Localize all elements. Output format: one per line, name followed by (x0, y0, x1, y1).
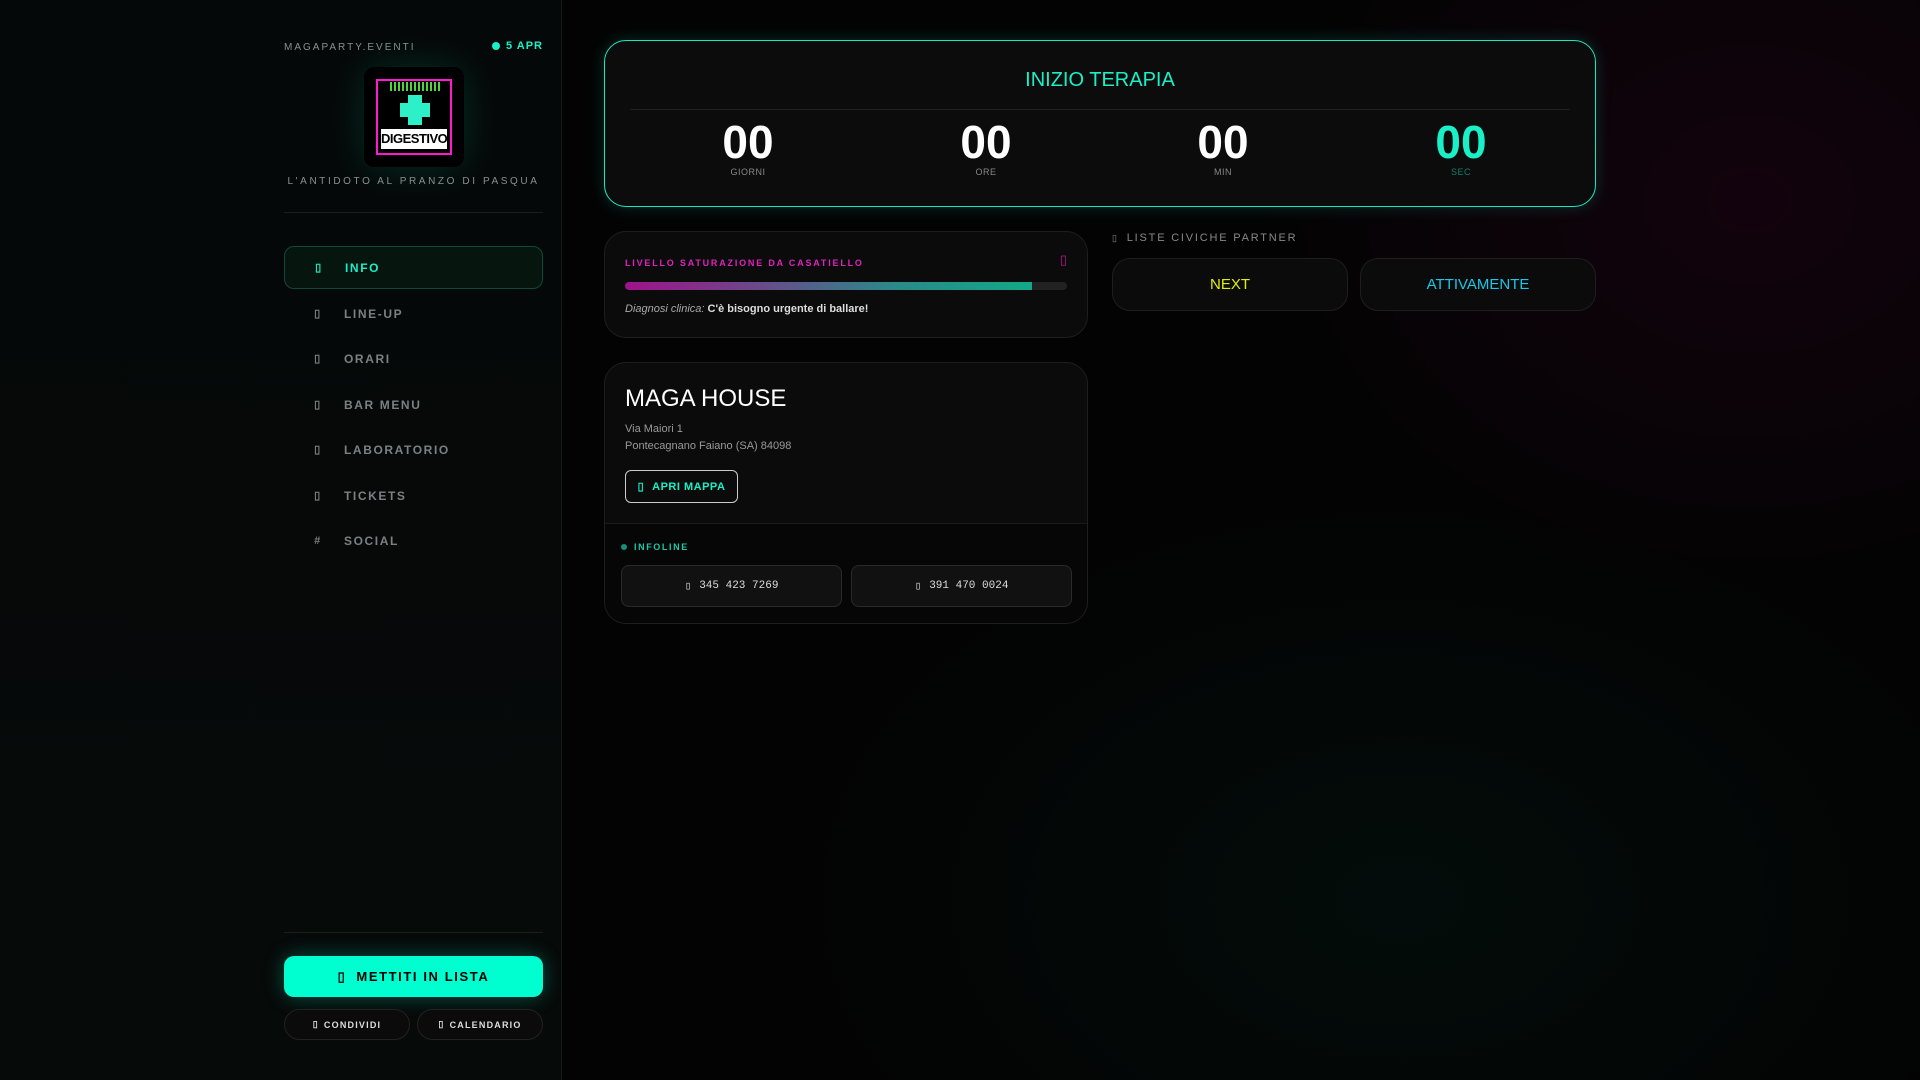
join-list-button[interactable]: ▯ METTITI IN LISTA (284, 956, 543, 997)
saturation-title: LIVELLO SATURAZIONE DA CASATIELLO (625, 258, 864, 268)
status-dot-icon (492, 42, 500, 50)
barcode-icon (390, 82, 440, 91)
logo-word: DIGESTIVO (381, 129, 448, 149)
infoline-text: INFOLINE (634, 542, 689, 552)
phone-button[interactable]: ▯ 391 470 0024 (851, 565, 1072, 607)
address-line: Via Maiori 1 (625, 423, 683, 435)
venue-card: MAGA HOUSE Via Maiori 1 Pontecagnano Faia… (604, 362, 1088, 624)
diagnosis-text: C'è bisogno urgente di ballare! (707, 303, 869, 315)
countdown-title: INIZIO TERAPIA (1025, 69, 1175, 91)
share-label: CONDIVIDI (323, 1019, 382, 1030)
saturation-progress-fill (625, 282, 1032, 290)
countdown-label: GIORNI (730, 167, 766, 177)
countdown-minutes: 00 MIN (1123, 117, 1323, 177)
countdown-seconds: 00 SEC (1361, 117, 1561, 177)
venue-address: Via Maiori 1 Pontecagnano Faiano (SA) 840… (625, 421, 791, 455)
share-button[interactable]: ▯ CONDIVIDI (284, 1009, 410, 1040)
countdown-days: 00 GIORNI (648, 117, 848, 177)
dot-icon (621, 544, 627, 550)
diagnosis-label: Diagnosi clinica: (625, 303, 705, 315)
partners-label-text: LISTE CIVICHE PARTNER (1126, 232, 1298, 244)
nav-label: SOCIAL (344, 533, 399, 548)
saturation-card: LIVELLO SATURAZIONE DA CASATIELLO ▯ Diag… (604, 231, 1088, 338)
countdown-label: ORE (975, 167, 997, 177)
tagline: L'ANTIDOTO AL PRANZO DI PASQUA (287, 176, 540, 187)
ticket-icon: ▯ (314, 490, 322, 502)
divider (284, 212, 543, 213)
list-icon: ▯ (337, 968, 347, 984)
countdown-card: INIZIO TERAPIA 00 GIORNI 00 ORE 00 MIN 00 SE… (604, 40, 1596, 207)
share-icon: ▯ (312, 1019, 319, 1029)
warning-icon: ▯ (1059, 252, 1067, 267)
countdown-value: 00 (1197, 116, 1249, 168)
divider (630, 109, 1570, 110)
countdown-label: SEC (1450, 167, 1471, 177)
open-map-button[interactable]: ▯ APRI MAPPA (625, 470, 738, 503)
nav-item-info[interactable]: ▯ INFO (284, 246, 543, 289)
calendar-button[interactable]: ▯ CALENDARIO (417, 1009, 543, 1040)
countdown-value: 00 (722, 116, 774, 168)
nav-item-social[interactable]: # SOCIAL (284, 519, 543, 562)
date-label: 5 APR (506, 40, 543, 52)
nav-label: TICKETS (344, 488, 407, 503)
infoline-section: INFOLINE ▯ 345 423 7269 ▯ 391 470 0024 (605, 523, 1087, 623)
music-icon: ▯ (314, 308, 322, 320)
nav-item-line-up[interactable]: ▯ LINE-UP (284, 292, 543, 335)
venue-name: MAGA HOUSE (625, 385, 787, 412)
phone-button[interactable]: ▯ 345 423 7269 (621, 565, 842, 607)
cocktail-icon: ▯ (314, 399, 322, 411)
flask-icon: ▯ (314, 444, 322, 456)
partner-attivamente-button[interactable]: ATTIVAMENTE (1360, 258, 1596, 311)
address-line: Pontecagnano Faiano (SA) 84098 (625, 440, 792, 452)
nav-label: BAR MENU (344, 397, 422, 412)
countdown-value: 00 (1435, 116, 1487, 168)
diagnosis: Diagnosi clinica: C'è bisogno urgente di… (625, 303, 868, 315)
calendar-label: CALENDARIO (449, 1019, 522, 1030)
countdown-label: MIN (1214, 167, 1232, 177)
saturation-progress-bar (625, 282, 1067, 290)
nav-item-orari[interactable]: ▯ ORARI (284, 337, 543, 380)
handshake-icon: ▯ (1112, 233, 1119, 243)
cta-label: METTITI IN LISTA (356, 969, 490, 984)
brand-name: MAGAPARTY.EVENTI (284, 42, 416, 53)
event-logo: DIGESTIVO (364, 67, 464, 167)
phone-number: 391 470 0024 (929, 580, 1009, 592)
nav-item-laboratorio[interactable]: ▯ LABORATORIO (284, 428, 543, 471)
map-pin-icon: ▯ (637, 481, 645, 493)
nav-label: LABORATORIO (344, 442, 450, 457)
nav-label: INFO (345, 260, 381, 275)
countdown-hours: 00 ORE (886, 117, 1086, 177)
clock-icon: ▯ (314, 353, 322, 365)
divider (284, 932, 543, 933)
partners-label: ▯ LISTE CIVICHE PARTNER (1112, 232, 1297, 244)
hashtag-icon: # (314, 534, 322, 547)
infoline-label: INFOLINE (621, 542, 689, 552)
phone-icon: ▯ (684, 581, 692, 593)
partner-next-button[interactable]: NEXT (1112, 258, 1348, 311)
event-date: 5 APR (492, 40, 543, 52)
phone-icon: ▯ (914, 581, 922, 593)
phone-number: 345 423 7269 (699, 580, 779, 592)
nav-label: LINE-UP (344, 306, 404, 321)
calendar-icon: ▯ (438, 1019, 445, 1029)
sidebar: MAGAPARTY.EVENTI 5 APR DIGESTIVO L'ANTID… (0, 0, 562, 1080)
nav-item-tickets[interactable]: ▯ TICKETS (284, 474, 543, 517)
open-map-label: APRI MAPPA (652, 480, 726, 493)
countdown-value: 00 (960, 116, 1012, 168)
info-icon: ▯ (315, 262, 323, 274)
nav-item-bar-menu[interactable]: ▯ BAR MENU (284, 383, 543, 426)
nav-label: ORARI (344, 351, 391, 366)
